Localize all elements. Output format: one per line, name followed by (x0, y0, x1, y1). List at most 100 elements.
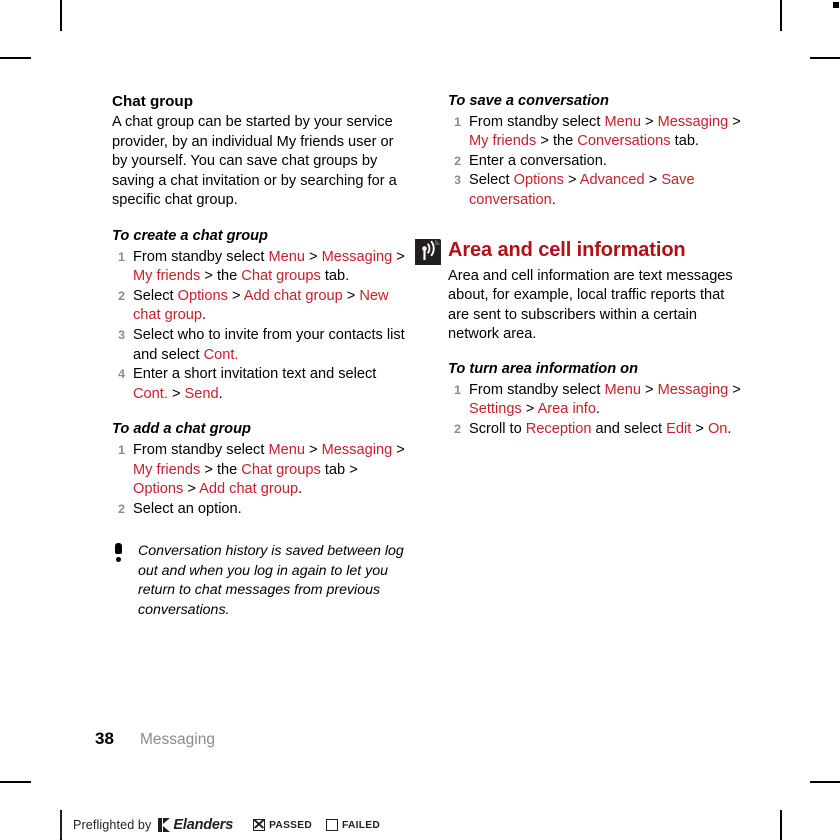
step-text: tab. (320, 268, 350, 285)
elanders-mark-icon (158, 818, 171, 832)
step-text: . (218, 385, 223, 402)
preflight-bar: Preflighted by Elanders PASSED FAILED (60, 811, 394, 839)
ui-term: Chat groups (241, 461, 321, 478)
step-text: > (644, 172, 662, 189)
procedure-step: Enter a short invitation text and select… (112, 365, 412, 404)
step-text: Select an option. (133, 500, 242, 517)
step-text: > the (536, 133, 578, 150)
intro-paragraph-chat-group: A chat group can be started by your serv… (112, 114, 397, 209)
procedure-heading-add-chat-group: To add a chat group (112, 421, 251, 438)
registration-dot (833, 2, 839, 8)
procedure-steps-save-conversation: From standby select Menu > Messaging > M… (448, 113, 748, 211)
note-box-conversation-history: Conversation history is saved between lo… (112, 542, 412, 620)
ui-term: Menu (268, 248, 305, 265)
ui-term: Menu (604, 113, 641, 130)
broadcast-antenna-icon (415, 238, 441, 265)
crop-mark-top-right-horizontal (810, 57, 840, 59)
ui-term: Options (513, 172, 564, 189)
ui-term: Messaging (657, 381, 729, 398)
procedure-step: From standby select Menu > Messaging > M… (448, 113, 748, 152)
procedure-step: Select who to invite from your contacts … (112, 326, 412, 365)
ui-term: My friends (469, 133, 537, 150)
elanders-logo: Elanders (158, 817, 233, 833)
procedure-heading-save-conversation: To save a conversation (448, 93, 609, 109)
step-text: > (521, 401, 538, 418)
intro-paragraph-area-and-cell: Area and cell information are text messa… (448, 267, 733, 343)
ui-term: My friends (133, 461, 201, 478)
ui-term: Add chat group (199, 481, 299, 498)
preflight-failed-checkbox[interactable]: FAILED (326, 819, 380, 831)
ui-term: Edit (666, 420, 692, 437)
procedure-steps-add-chat-group: From standby select Menu > Messaging > M… (112, 441, 412, 519)
step-text: . (727, 420, 732, 437)
step-text: . (595, 401, 601, 418)
step-text: From standby select (133, 441, 269, 458)
step-text: > (392, 441, 405, 458)
note-text: Conversation history is saved between lo… (138, 543, 404, 618)
step-text: Scroll to (469, 420, 526, 437)
preflight-status: PASSED FAILED (253, 819, 394, 831)
ui-term: Messaging (321, 248, 393, 265)
crop-mark-top-right-vertical (780, 0, 782, 31)
ui-term: Options (133, 481, 184, 498)
procedure-heading-turn-area-info-on: To turn area information on (448, 360, 638, 377)
preflight-passed-checkbox[interactable]: PASSED (253, 819, 312, 831)
step-text: . (201, 307, 207, 324)
step-text: > (728, 381, 741, 398)
crop-mark-bottom-right-horizontal (810, 781, 840, 783)
step-text: Select who to invite from your contacts … (133, 326, 405, 363)
step-text: > (304, 441, 322, 458)
crop-mark-top-left-horizontal (0, 57, 31, 59)
procedure-steps-turn-area-info-on: From standby select Menu > Messaging > S… (448, 381, 748, 440)
step-text: Enter a short invitation text and select (133, 366, 377, 383)
checkbox-checked-icon (253, 819, 266, 831)
crop-mark-top-left-vertical (60, 0, 62, 31)
step-text: > (563, 172, 580, 189)
right-column: To save a conversation From standby sele… (415, 92, 748, 440)
ui-term: My friends (133, 268, 201, 285)
step-text: > (691, 420, 708, 437)
ui-term: Menu (604, 381, 641, 398)
left-column: Chat group A chat group can be started b… (112, 92, 412, 620)
step-text: > (640, 113, 658, 130)
step-text: > (227, 287, 244, 304)
preflight-passed-label: PASSED (269, 819, 313, 831)
procedure-heading-create-chat-group: To create a chat group (112, 227, 268, 244)
ui-term: Messaging (657, 113, 729, 130)
elanders-wordmark: Elanders (173, 817, 234, 833)
procedure-step: Select Options > Add chat group > New ch… (112, 287, 412, 326)
procedure-step: Select Options > Advanced > Save convers… (448, 171, 748, 210)
procedure-steps-create-chat-group: From standby select Menu > Messaging > M… (112, 248, 412, 405)
step-text: From standby select (469, 113, 605, 130)
ui-term: On (707, 420, 728, 437)
step-text: > (304, 248, 322, 265)
exclamation-icon (112, 543, 126, 565)
ui-term: Chat groups (241, 268, 321, 285)
step-text: > (728, 113, 741, 130)
step-text: . (551, 191, 556, 208)
procedure-step: From standby select Menu > Messaging > S… (448, 381, 748, 420)
ui-term: Menu (268, 441, 305, 458)
step-text: tab > (320, 461, 358, 478)
step-text: > (167, 385, 185, 402)
ui-term: Conversations (577, 133, 671, 150)
ui-term: Messaging (321, 441, 393, 458)
crop-mark-bottom-left-horizontal (0, 781, 31, 783)
manual-page: Chat group A chat group can be started b… (0, 0, 840, 840)
chapter-title: Area and cell information (448, 238, 686, 261)
chapter-heading-area-and-cell-information: Area and cell information (415, 237, 748, 265)
ui-term: Send (184, 385, 219, 402)
ui-term: Advanced (579, 172, 645, 189)
ui-term: Area info (537, 401, 596, 418)
page-number: 38 (95, 729, 114, 748)
step-text: > the (200, 268, 242, 285)
footer-chapter-name: Messaging (140, 731, 215, 748)
step-text: From standby select (133, 248, 269, 265)
crop-mark-bottom-right-vertical (780, 810, 782, 840)
preflight-failed-label: FAILED (342, 819, 381, 831)
step-text: Enter a conversation. (469, 152, 607, 169)
procedure-step: From standby select Menu > Messaging > M… (112, 248, 412, 287)
procedure-step: Select an option. (112, 500, 412, 520)
page-footer: 38 Messaging (95, 729, 215, 749)
section-heading-chat-group: Chat group (112, 93, 193, 110)
